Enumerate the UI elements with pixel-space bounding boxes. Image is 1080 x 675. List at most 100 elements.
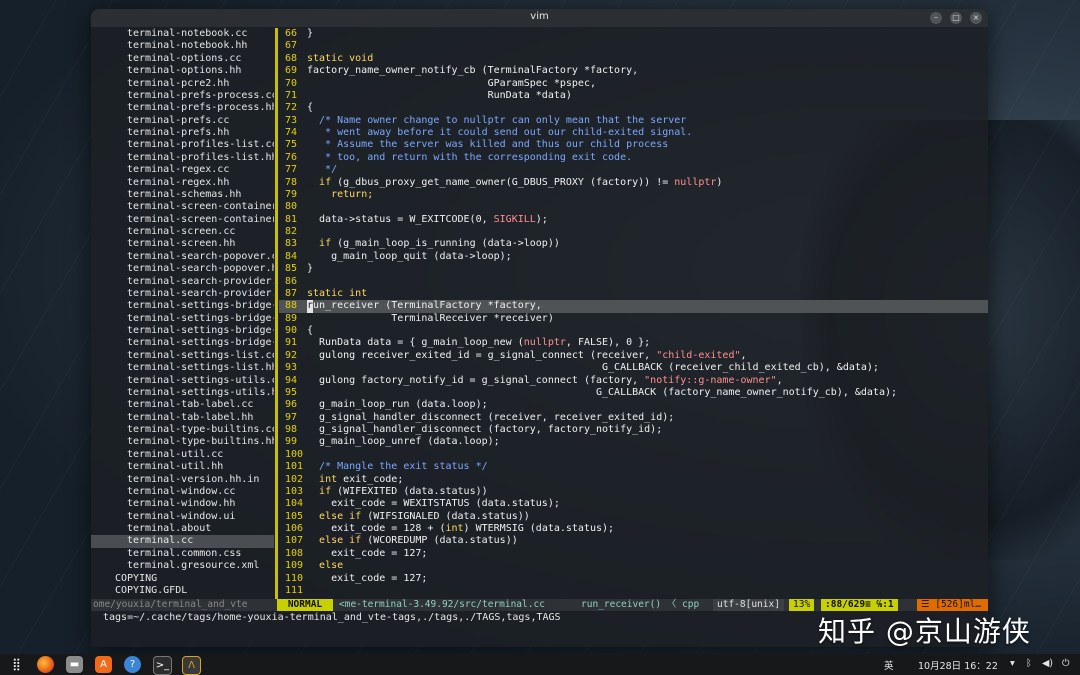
code-line[interactable]: 110 exit_code = 127;	[279, 573, 988, 585]
network-icon[interactable]: ▾	[1010, 658, 1015, 669]
code-line[interactable]: 82	[279, 226, 988, 238]
code-line[interactable]: 87 static int	[279, 288, 988, 300]
code-line[interactable]: 111	[279, 585, 988, 597]
minimize-icon[interactable]: –	[930, 12, 942, 24]
tree-file[interactable]: terminal-tab-label.hh	[91, 412, 274, 424]
code-line[interactable]: 91 RunData data = { g_main_loop_new (nul…	[279, 337, 988, 349]
code-line[interactable]: 72 {	[279, 102, 988, 114]
code-line[interactable]: 108 exit_code = 127;	[279, 548, 988, 560]
tree-file[interactable]: terminal-search-provider.	[91, 288, 274, 300]
tree-file[interactable]: terminal.common.css	[91, 548, 274, 560]
tree-file[interactable]: terminal-screen.hh	[91, 238, 274, 250]
tree-file[interactable]: terminal-settings-bridge-	[91, 325, 274, 337]
tree-file[interactable]: terminal-settings-list.hh	[91, 362, 274, 374]
tree-file[interactable]: terminal-search-popover.c	[91, 251, 274, 263]
terminal-icon[interactable]: >_	[153, 656, 172, 675]
tree-file[interactable]: terminal-search-popover.h	[91, 263, 274, 275]
tree-file[interactable]: terminal-profiles-list.cc	[91, 139, 274, 151]
tree-file[interactable]: terminal-prefs.hh	[91, 127, 274, 139]
files-icon[interactable]: ▬	[66, 656, 83, 673]
tree-file[interactable]: terminal-profiles-list.hh	[91, 152, 274, 164]
code-line[interactable]: 71 RunData *data)	[279, 90, 988, 102]
tree-file[interactable]: terminal.cc	[91, 535, 274, 548]
tree-file[interactable]: terminal-settings-list.cc	[91, 350, 274, 362]
code-line[interactable]: 90 {	[279, 325, 988, 337]
code-line[interactable]: 96 g_main_loop_run (data.loop);	[279, 399, 988, 411]
tree-file[interactable]: terminal-window.cc	[91, 486, 274, 498]
code-line[interactable]: 77 */	[279, 164, 988, 176]
tree-file[interactable]: terminal-util.cc	[91, 449, 274, 461]
code-line[interactable]: 80	[279, 201, 988, 213]
code-line[interactable]: 100	[279, 449, 988, 461]
code-line[interactable]: 84 g_main_loop_quit (data->loop);	[279, 251, 988, 263]
tree-file[interactable]: terminal-prefs-process.hh	[91, 102, 274, 114]
code-line[interactable]: 101 /* Mangle the exit status */	[279, 461, 988, 473]
vim-window[interactable]: vim – □ × terminal-notebook.cc terminal-n…	[91, 9, 988, 647]
code-line[interactable]: 67	[279, 40, 988, 52]
help-icon[interactable]: ?	[124, 656, 141, 673]
code-line[interactable]: 99 g_main_loop_unref (data.loop);	[279, 436, 988, 448]
code-line[interactable]: 102 int exit_code;	[279, 474, 988, 486]
vim-app-icon[interactable]: Λ	[182, 656, 201, 675]
tree-file[interactable]: terminal-options.cc	[91, 53, 274, 65]
firefox-icon[interactable]	[37, 656, 54, 673]
maximize-icon[interactable]: □	[950, 12, 962, 24]
code-line[interactable]: 66}	[279, 28, 988, 40]
code-line[interactable]: 94 gulong factory_notify_id = g_signal_c…	[279, 375, 988, 387]
tree-file[interactable]: terminal-window.ui	[91, 511, 274, 523]
tree-directory[interactable]: COPYING	[91, 573, 274, 585]
code-line[interactable]: 83 if (g_main_loop_is_running (data->loo…	[279, 238, 988, 250]
code-line[interactable]: 92 gulong receiver_exited_id = g_signal_…	[279, 350, 988, 362]
tree-file[interactable]: terminal-prefs-process.cc	[91, 90, 274, 102]
code-line[interactable]: 78 if (g_dbus_proxy_get_name_owner(G_DBU…	[279, 177, 988, 189]
code-line[interactable]: 68 static void	[279, 53, 988, 65]
input-method-indicator[interactable]: 英	[884, 658, 894, 672]
code-line[interactable]: 106 exit_code = 128 + (int) WTERMSIG (da…	[279, 523, 988, 535]
split-divider[interactable]	[275, 28, 278, 601]
tree-file[interactable]: terminal-util.hh	[91, 461, 274, 473]
window-titlebar[interactable]: vim – □ ×	[91, 9, 988, 27]
code-line[interactable]: 98 g_signal_handler_disconnect (factory,…	[279, 424, 988, 436]
tree-file[interactable]: terminal-pcre2.hh	[91, 78, 274, 90]
tree-directory[interactable]: COPYING.GFDL	[91, 585, 274, 597]
volume-icon[interactable]: ◀)	[1042, 658, 1053, 669]
tree-file[interactable]: terminal-notebook.cc	[91, 28, 274, 40]
tree-file[interactable]: terminal-options.hh	[91, 65, 274, 77]
tree-file[interactable]: terminal-window.hh	[91, 498, 274, 510]
code-line[interactable]: 97 g_signal_handler_disconnect (receiver…	[279, 412, 988, 424]
code-line[interactable]: 75 * Assume the server was killed and th…	[279, 139, 988, 151]
tree-file[interactable]: terminal-settings-utils.h	[91, 387, 274, 399]
tree-file[interactable]: terminal-settings-bridge-	[91, 337, 274, 349]
tree-file[interactable]: terminal-version.hh.in	[91, 474, 274, 486]
tree-file[interactable]: terminal-screen.cc	[91, 226, 274, 238]
tree-file[interactable]: terminal-search-provider.	[91, 276, 274, 288]
tree-file[interactable]: terminal-type-builtins.hh	[91, 436, 274, 448]
code-line[interactable]: 81 data->status = W_EXITCODE(0, SIGKILL)…	[279, 214, 988, 226]
tree-file[interactable]: terminal-notebook.hh	[91, 40, 274, 52]
code-line[interactable]: 93 G_CALLBACK (receiver_child_exited_cb)…	[279, 362, 988, 374]
code-line[interactable]: 69 factory_name_owner_notify_cb (Terminal…	[279, 65, 988, 77]
code-line[interactable]: 74 * went away before it could send out …	[279, 127, 988, 139]
bluetooth-icon[interactable]: ᛒ	[1026, 658, 1032, 669]
clock[interactable]: 10月28日 16：22	[918, 658, 998, 672]
power-icon[interactable]: ⏻	[1062, 658, 1070, 669]
code-line[interactable]: 109 else	[279, 560, 988, 572]
tree-file[interactable]: terminal-regex.cc	[91, 164, 274, 176]
nerdtree-file-list[interactable]: terminal-notebook.cc terminal-notebook.hh…	[91, 28, 274, 600]
tree-file[interactable]: terminal-regex.hh	[91, 177, 274, 189]
tree-file[interactable]: terminal-screen-container	[91, 214, 274, 226]
tree-file[interactable]: terminal-schemas.hh	[91, 189, 274, 201]
code-line[interactable]: 104 exit_code = WEXITSTATUS (data.status…	[279, 498, 988, 510]
code-line[interactable]: 85}	[279, 263, 988, 275]
tree-file[interactable]: terminal-settings-bridge-	[91, 300, 274, 312]
app-store-icon[interactable]: A	[95, 656, 112, 673]
code-line[interactable]: 107 else if (WCOREDUMP (data.status))	[279, 535, 988, 547]
code-editor[interactable]: 66} 67 68 static void 69 factory_name_owner_n…	[279, 28, 988, 600]
tree-file[interactable]: terminal-settings-utils.c	[91, 375, 274, 387]
current-code-line[interactable]: 88 run_receiver (TerminalFactory *factory…	[279, 300, 988, 313]
tree-file[interactable]: terminal.about	[91, 523, 274, 535]
code-line[interactable]: 89 TerminalReceiver *receiver)	[279, 313, 988, 325]
tree-file[interactable]: terminal-type-builtins.cc	[91, 424, 274, 436]
code-line[interactable]: 76 * too, and return with the correspond…	[279, 152, 988, 164]
tree-file[interactable]: terminal-screen-container	[91, 201, 274, 213]
